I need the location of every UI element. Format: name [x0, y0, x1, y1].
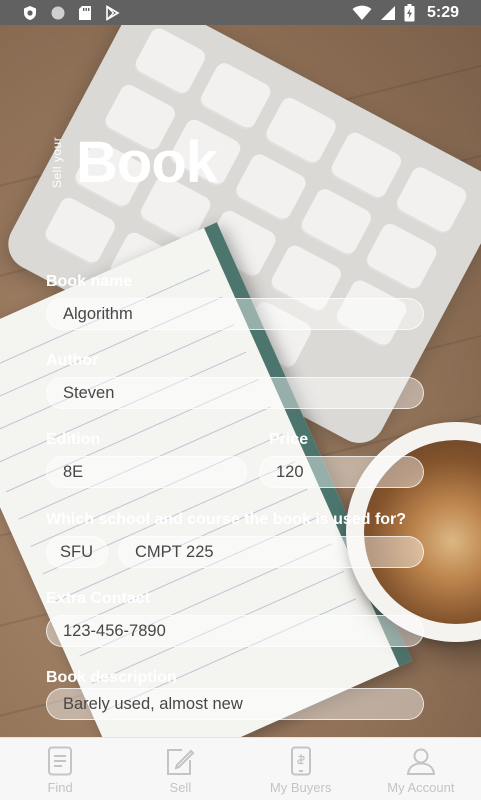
price-input[interactable]: 120: [259, 456, 424, 488]
battery-icon: [404, 3, 415, 21]
school-course-label: Which school and course the book is used…: [46, 511, 407, 528]
nav-my-account-label: My Account: [387, 780, 455, 795]
nav-my-account[interactable]: My Account: [361, 738, 481, 800]
wifi-icon: [352, 5, 372, 20]
description-input[interactable]: Barely used, almost new: [46, 688, 424, 720]
circle-icon: [51, 6, 65, 19]
document-icon: [48, 746, 73, 776]
course-input[interactable]: CMPT 225: [118, 536, 424, 568]
sell-book-form: Book name Algorithm Author Steven Editio…: [0, 0, 481, 799]
signal-icon: [380, 5, 395, 20]
extra-contact-input[interactable]: 123-456-7890: [46, 615, 424, 647]
nav-sell[interactable]: Sell: [120, 738, 240, 800]
sd-card-icon: [79, 5, 91, 20]
shield-icon: [24, 5, 36, 20]
nav-my-buyers[interactable]: My Buyers: [241, 738, 361, 800]
edit-icon: [167, 749, 195, 775]
school-input[interactable]: SFU: [46, 536, 108, 568]
author-input[interactable]: Steven: [46, 377, 424, 409]
status-bar: 5:29: [0, 0, 481, 25]
play-store-icon: [106, 4, 120, 21]
nav-find[interactable]: Find: [0, 738, 120, 800]
book-name-input[interactable]: Algorithm: [46, 298, 424, 330]
author-label: Author: [46, 352, 99, 369]
status-time: 5:29: [426, 3, 459, 21]
book-name-label: Book name: [46, 273, 133, 290]
edition-input[interactable]: 8E: [46, 456, 247, 488]
price-label: Price: [269, 431, 309, 448]
user-icon: [406, 748, 436, 775]
phone-icon: [290, 746, 311, 776]
nav-my-buyers-label: My Buyers: [269, 780, 332, 795]
description-label: Book description: [46, 669, 177, 686]
nav-sell-label: Sell: [169, 780, 192, 795]
bottom-navigation: Find Sell My Buyers My Account: [0, 737, 481, 800]
extra-contact-label: Extra Contact: [46, 590, 151, 607]
edition-label: Edition: [46, 431, 101, 448]
nav-find-label: Find: [47, 780, 73, 795]
